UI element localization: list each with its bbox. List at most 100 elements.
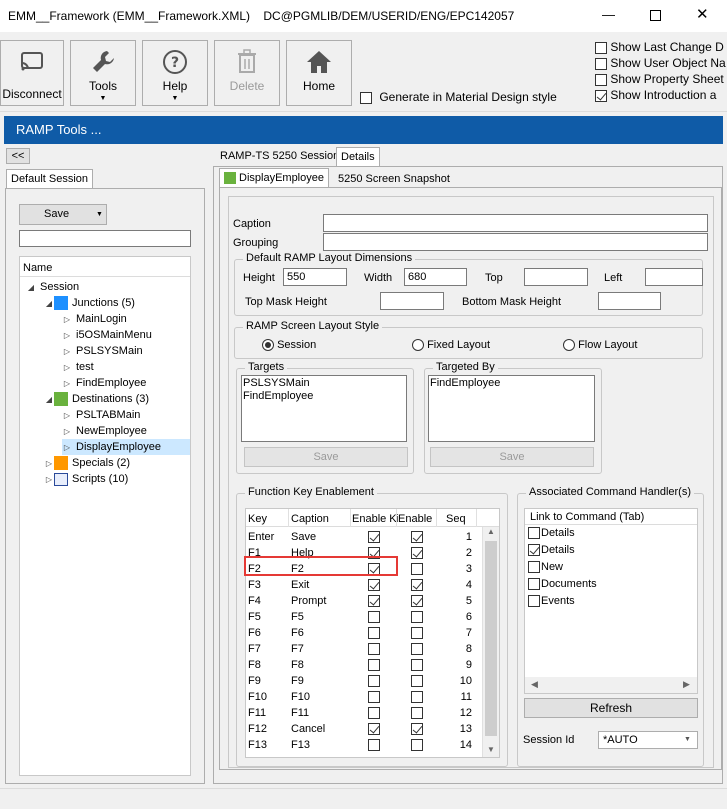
option-checkbox[interactable] (595, 41, 607, 54)
list-item[interactable]: FindEmployee (430, 377, 593, 390)
option-checkbox[interactable] (595, 89, 607, 102)
top-input[interactable] (524, 268, 588, 286)
handler-checkbox[interactable] (528, 595, 540, 608)
enable-checkbox[interactable] (411, 547, 423, 559)
layout-session-option[interactable]: Session (262, 339, 316, 352)
enable-checkbox[interactable] (411, 627, 423, 639)
handler-checkbox[interactable] (528, 561, 540, 574)
list-item[interactable]: Details (525, 525, 697, 542)
enable-checkbox[interactable] (411, 531, 423, 543)
header-caption[interactable]: Caption (291, 511, 329, 527)
table-row[interactable]: F7 F7 8 (246, 641, 482, 657)
table-row[interactable]: F8 F8 9 (246, 657, 482, 673)
handlers-header[interactable]: Link to Command (Tab) (525, 509, 697, 525)
table-row[interactable]: F11 F11 12 (246, 705, 482, 721)
grouping-input[interactable] (323, 233, 708, 251)
generate-material-option[interactable]: Generate in Material Design style (360, 90, 557, 104)
list-item[interactable]: Events (525, 593, 697, 610)
enable-checkbox[interactable] (411, 723, 423, 735)
enable-key-checkbox[interactable] (368, 691, 380, 703)
tree-header[interactable]: Name (20, 257, 190, 277)
table-row[interactable]: F5 F5 6 (246, 609, 482, 625)
expand-arrow-icon[interactable]: ▷ (62, 328, 72, 344)
tree-item[interactable]: ▷ NewEmployee (62, 423, 147, 439)
expand-arrow-icon[interactable]: ▷ (62, 440, 72, 456)
expand-arrow-icon[interactable]: ▷ (62, 344, 72, 360)
scroll-thumb[interactable] (485, 541, 497, 736)
tree-item[interactable]: ◢ Junctions (5) (44, 295, 135, 311)
expand-arrow-icon[interactable]: ▷ (62, 424, 72, 440)
disconnect-button[interactable]: Disconnect (0, 40, 64, 106)
header-enable[interactable]: Enable (398, 511, 432, 527)
enable-checkbox[interactable] (411, 659, 423, 671)
handler-checkbox[interactable] (528, 544, 540, 557)
expand-arrow-icon[interactable]: ▷ (44, 472, 54, 488)
tab-display-employee[interactable]: DisplayEmployee (219, 168, 329, 188)
delete-button[interactable]: Delete (214, 40, 280, 106)
option-checkbox[interactable] (595, 57, 607, 70)
session-id-select[interactable]: *AUTO ▼ (598, 731, 698, 749)
collapse-arrow-icon[interactable]: ◢ (44, 296, 54, 312)
enable-key-checkbox[interactable] (368, 627, 380, 639)
list-item[interactable]: Documents (525, 576, 697, 593)
table-row[interactable]: F4 Prompt 5 (246, 593, 482, 609)
enable-key-checkbox[interactable] (368, 659, 380, 671)
collapse-arrow-icon[interactable]: ◢ (26, 280, 36, 296)
list-item[interactable]: New (525, 559, 697, 576)
close-icon[interactable]: ✕ (696, 5, 709, 23)
minimize-icon[interactable]: — (602, 7, 615, 22)
enable-checkbox[interactable] (411, 579, 423, 591)
home-button[interactable]: Home (286, 40, 352, 106)
tree-item[interactable]: ▷ PSLSYSMain (62, 343, 143, 359)
scroll-down-icon[interactable]: ▼ (487, 745, 495, 754)
option-row[interactable]: Show Introduction a (595, 88, 727, 104)
table-row[interactable]: F9 F9 10 (246, 673, 482, 689)
function-key-scrollbar[interactable]: ▲ ▼ (482, 527, 499, 757)
layout-fixed-option[interactable]: Fixed Layout (412, 339, 490, 352)
session-search-input[interactable] (19, 230, 191, 247)
tree-item[interactable]: ▷ Specials (2) (44, 455, 130, 471)
scroll-left-icon[interactable]: ◀ (531, 679, 538, 690)
enable-checkbox[interactable] (411, 691, 423, 703)
height-input[interactable]: 550 (283, 268, 347, 286)
targeted-by-list[interactable]: FindEmployee (428, 375, 595, 442)
option-row[interactable]: Show Last Change D (595, 40, 727, 56)
tab-default-session[interactable]: Default Session (6, 169, 94, 189)
expand-arrow-icon[interactable]: ▷ (62, 408, 72, 424)
maximize-icon[interactable] (650, 10, 661, 21)
list-item[interactable]: PSLSYSMain (243, 377, 405, 390)
header-enable-key[interactable]: Enable Ki (352, 511, 398, 527)
help-button[interactable]: ? Help ▼ (142, 40, 208, 106)
list-item[interactable]: FindEmployee (243, 390, 405, 403)
session-save-button[interactable]: Save ▼ (19, 204, 107, 225)
expand-arrow-icon[interactable]: ▷ (62, 312, 72, 328)
tree-item[interactable]: ◢ Session (26, 279, 79, 295)
list-item[interactable]: Details (525, 542, 697, 559)
top-mask-input[interactable] (380, 292, 444, 310)
enable-checkbox[interactable] (411, 707, 423, 719)
table-row[interactable]: F6 F6 7 (246, 625, 482, 641)
layout-fixed-radio[interactable] (412, 339, 424, 352)
enable-checkbox[interactable] (411, 563, 423, 575)
enable-checkbox[interactable] (411, 739, 423, 751)
table-row[interactable]: Enter Save 1 (246, 529, 482, 545)
tab-ramp-ts-session[interactable]: RAMP-TS 5250 Session (216, 147, 343, 167)
enable-key-checkbox[interactable] (368, 707, 380, 719)
enable-key-checkbox[interactable] (368, 723, 380, 735)
handlers-hscrollbar[interactable]: ◀ ▶ (525, 677, 697, 693)
layout-session-radio[interactable] (262, 339, 274, 352)
width-input[interactable]: 680 (404, 268, 467, 286)
tools-button[interactable]: Tools ▼ (70, 40, 136, 106)
table-row[interactable]: F10 F10 11 (246, 689, 482, 705)
expand-arrow-icon[interactable]: ▷ (44, 456, 54, 472)
scroll-right-icon[interactable]: ▶ (683, 679, 690, 690)
enable-key-checkbox[interactable] (368, 739, 380, 751)
tree-item[interactable]: ▷ i5OSMainMenu (62, 327, 152, 343)
collapse-arrow-icon[interactable]: ◢ (44, 392, 54, 408)
targets-list[interactable]: PSLSYSMain FindEmployee (241, 375, 407, 442)
targets-save-button[interactable]: Save (244, 447, 408, 467)
tree-item[interactable]: ▷ PSLTABMain (62, 407, 140, 423)
generate-material-checkbox[interactable] (360, 91, 372, 104)
option-row[interactable]: Show User Object Na (595, 56, 727, 72)
enable-key-checkbox[interactable] (368, 675, 380, 687)
